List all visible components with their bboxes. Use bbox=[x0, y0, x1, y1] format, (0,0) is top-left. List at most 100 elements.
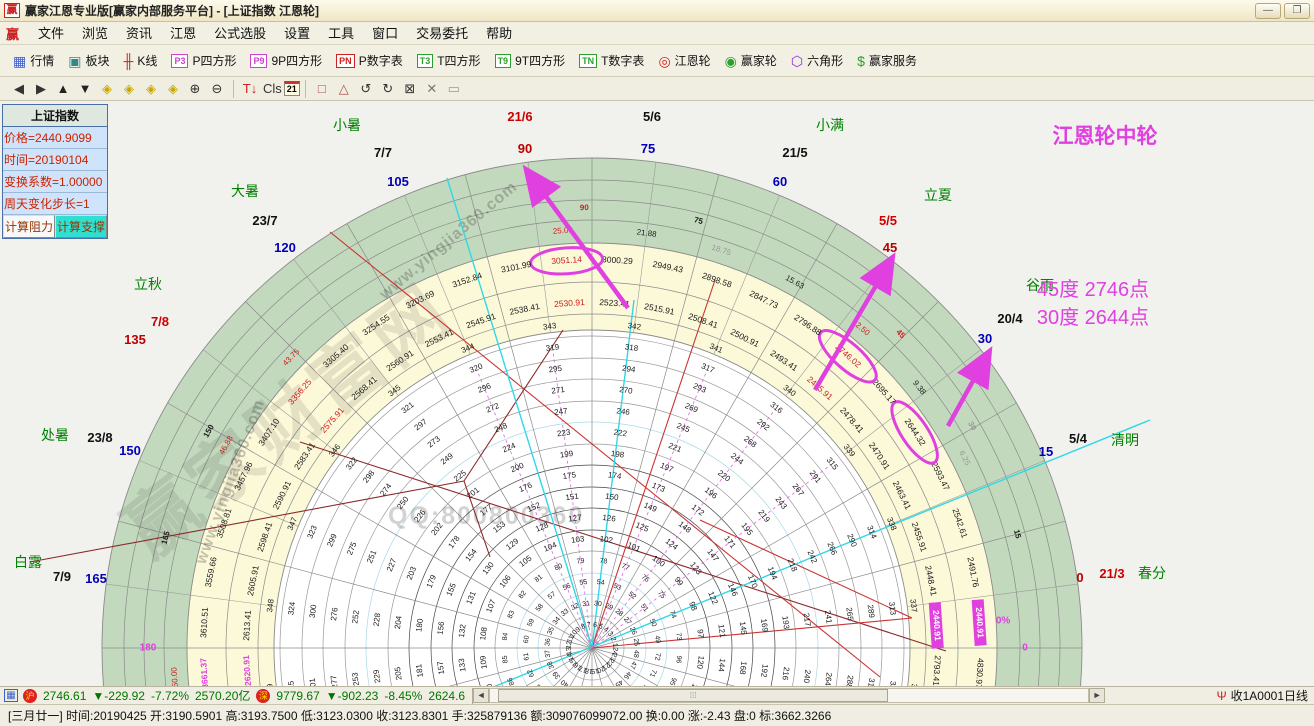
rect-tool-button[interactable]: □ bbox=[311, 79, 333, 99]
svg-text:289: 289 bbox=[866, 604, 877, 619]
wheel-outer-label: 立夏 bbox=[924, 187, 952, 203]
market-quotes-icon: ▦ bbox=[13, 54, 26, 68]
zoom-in-button[interactable]: ⊕ bbox=[184, 79, 206, 99]
svg-text:324: 324 bbox=[286, 601, 297, 616]
kline-button[interactable]: ╫K线 bbox=[117, 49, 165, 72]
calendar-button[interactable]: 21 bbox=[284, 81, 300, 96]
9t-square-label: 9T四方形 bbox=[515, 52, 565, 69]
wheel-annotation: 45度 2746点 bbox=[1037, 278, 1149, 301]
gann-wheel-button[interactable]: ◎江恩轮 bbox=[651, 49, 717, 72]
forward-button[interactable]: ▶ bbox=[30, 79, 52, 99]
svg-text:4830.97: 4830.97 bbox=[974, 658, 986, 686]
menu-item-5[interactable]: 设置 bbox=[275, 24, 319, 43]
presentation-button[interactable]: ▭ bbox=[443, 79, 465, 99]
svg-text:313: 313 bbox=[887, 601, 898, 616]
triangle-tool-button[interactable]: △ bbox=[333, 79, 355, 99]
menu-item-1[interactable]: 浏览 bbox=[73, 24, 117, 43]
pan-up-button[interactable]: ◈ bbox=[140, 79, 162, 99]
market-quotes-label: 行情 bbox=[30, 52, 54, 69]
quote-grid-icon[interactable]: ▦ bbox=[4, 689, 18, 702]
menu-item-7[interactable]: 窗口 bbox=[363, 24, 407, 43]
scrollbar-thumb[interactable]: ⁞⁞⁞ bbox=[498, 689, 888, 702]
next-button[interactable]: ▼ bbox=[74, 79, 96, 99]
svg-text:157: 157 bbox=[436, 660, 447, 675]
menu-item-9[interactable]: 帮助 bbox=[477, 24, 521, 43]
svg-text:3051.14: 3051.14 bbox=[551, 254, 583, 266]
zoom-out-button[interactable]: ⊖ bbox=[206, 79, 228, 99]
market-quotes-button[interactable]: ▦ 行情 bbox=[6, 49, 61, 72]
menu-item-2[interactable]: 资讯 bbox=[117, 24, 161, 43]
calc-support-button[interactable]: 计算支撑 bbox=[55, 215, 107, 238]
kline-info-bar: [三月廿一] 时间:20190425 开:3190.5901 高:3193.75… bbox=[0, 704, 1314, 725]
p-table-icon: PN bbox=[336, 54, 355, 68]
restore-button[interactable]: ❐ bbox=[1284, 3, 1310, 19]
svg-text:295: 295 bbox=[548, 364, 563, 375]
menu-item-8[interactable]: 交易委托 bbox=[407, 24, 477, 43]
sectors-icon: ▣ bbox=[68, 54, 81, 68]
p-table-button[interactable]: PNP数字表 bbox=[329, 49, 410, 72]
sectors-button[interactable]: ▣板块 bbox=[61, 49, 116, 72]
svg-text:30: 30 bbox=[593, 600, 602, 608]
title-bar: 赢 赢家江恩专业版[赢家内部服务平台] - [上证指数 江恩轮] —❐ bbox=[0, 0, 1314, 22]
back-button[interactable]: ◀ bbox=[8, 79, 30, 99]
collapse-button[interactable]: ✕ bbox=[421, 79, 443, 99]
menu-item-6[interactable]: 工具 bbox=[319, 24, 363, 43]
9p-square-button[interactable]: P99P四方形 bbox=[243, 49, 329, 72]
wheel-outer-label: 5/6 bbox=[643, 109, 661, 124]
wheel-outer-label: 清明 bbox=[1111, 432, 1139, 448]
p-square-label: P四方形 bbox=[192, 52, 236, 69]
svg-text:79: 79 bbox=[576, 558, 585, 566]
t-square-label: T四方形 bbox=[437, 52, 480, 69]
t-square-button[interactable]: T3T四方形 bbox=[410, 49, 488, 72]
prev-button[interactable]: ▲ bbox=[52, 79, 74, 99]
wheel-outer-label: 21/3 bbox=[1099, 566, 1124, 581]
minimize-button[interactable]: — bbox=[1255, 3, 1281, 19]
9p-square-icon: P9 bbox=[250, 54, 267, 68]
svg-text:50.00: 50.00 bbox=[169, 666, 179, 686]
svg-text:61: 61 bbox=[523, 652, 531, 661]
svg-text:121: 121 bbox=[716, 624, 727, 639]
application-window: 赢 赢家江恩专业版[赢家内部服务平台] - [上证指数 江恩轮] —❐ 赢 文件… bbox=[0, 0, 1314, 726]
scroll-right-button[interactable]: ► bbox=[1089, 688, 1105, 703]
winner-wheel-button[interactable]: ◉赢家轮 bbox=[718, 49, 784, 72]
svg-text:241: 241 bbox=[823, 610, 834, 625]
t-table-button[interactable]: TNT数字表 bbox=[572, 49, 651, 72]
svg-text:144: 144 bbox=[716, 658, 727, 673]
hexagon-button[interactable]: ⬡六角形 bbox=[784, 49, 850, 72]
svg-text:48: 48 bbox=[632, 649, 640, 658]
wheel-outer-label: 135 bbox=[124, 332, 146, 347]
rotate-cw-button[interactable]: ↻ bbox=[377, 79, 399, 99]
pan-down-button[interactable]: ◈ bbox=[162, 79, 184, 99]
pan-left-button[interactable]: ◈ bbox=[96, 79, 118, 99]
scrollbar-track[interactable]: ⁞⁞⁞ bbox=[489, 688, 1089, 703]
scroll-left-button[interactable]: ◄ bbox=[473, 688, 489, 703]
winner-service-button[interactable]: $赢家服务 bbox=[850, 49, 924, 72]
menu-item-0[interactable]: 文件 bbox=[29, 24, 73, 43]
svg-text:192: 192 bbox=[759, 663, 770, 678]
svg-text:271: 271 bbox=[551, 385, 566, 396]
cls-button[interactable]: Cls bbox=[261, 79, 284, 99]
t-cursor-button[interactable]: T↓ bbox=[239, 79, 261, 99]
toolbar-separator bbox=[233, 80, 234, 98]
box-x-button[interactable]: ⊠ bbox=[399, 79, 421, 99]
wheel-outer-label: 小满 bbox=[816, 117, 844, 133]
wheel-outer-label: 处暑 bbox=[41, 427, 69, 443]
gann-wheel-chart-area: 赢家财富网www.yingjia360.comwww.yingjia360.co… bbox=[0, 101, 1314, 686]
sh-index-amount: 2570.20亿 bbox=[195, 687, 250, 704]
calc-resistance-button[interactable]: 计算阻力 bbox=[3, 215, 55, 238]
winner-service-icon: $ bbox=[857, 54, 865, 68]
menu-item-3[interactable]: 江恩 bbox=[161, 24, 205, 43]
svg-text:253: 253 bbox=[350, 671, 361, 686]
step-length-label: 周天变化步长=1 bbox=[3, 193, 107, 215]
svg-text:276: 276 bbox=[329, 606, 340, 621]
9t-square-button[interactable]: T99T四方形 bbox=[488, 49, 573, 72]
svg-text:36: 36 bbox=[544, 638, 552, 647]
pan-right-button[interactable]: ◈ bbox=[118, 79, 140, 99]
svg-text:246: 246 bbox=[616, 406, 631, 417]
p-square-button[interactable]: P3P四方形 bbox=[164, 49, 243, 72]
menu-item-4[interactable]: 公式选股 bbox=[205, 24, 275, 43]
svg-text:270: 270 bbox=[619, 385, 634, 396]
winner-wheel-icon: ◉ bbox=[725, 54, 737, 68]
wheel-outer-label: 105 bbox=[387, 174, 409, 189]
rotate-ccw-button[interactable]: ↺ bbox=[355, 79, 377, 99]
